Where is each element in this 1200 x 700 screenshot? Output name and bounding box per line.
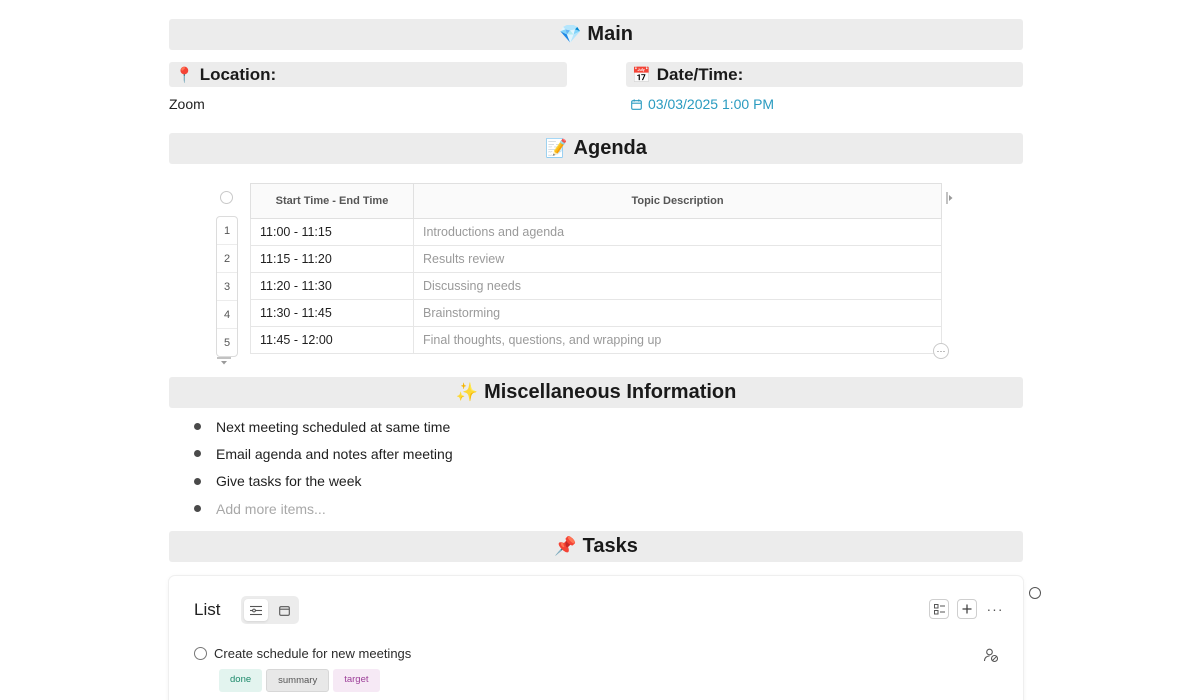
- agenda-table: Start Time - End Time Topic Description …: [250, 183, 942, 354]
- topic-cell[interactable]: Discussing needs: [413, 272, 942, 300]
- time-cell[interactable]: 11:15 - 11:20: [250, 245, 414, 273]
- section-title: Tasks: [582, 535, 638, 557]
- select-all-rows-checkbox[interactable]: [220, 191, 233, 204]
- document-page: 💎 Main 📍 Location: Zoom 📅 Date/Time: 03/…: [0, 0, 1200, 700]
- table-row: 11:45 - 12:00 Final thoughts, questions,…: [250, 326, 942, 354]
- assign-user-icon[interactable]: [983, 647, 999, 663]
- tag-target[interactable]: target: [333, 669, 380, 692]
- location-header: 📍 Location:: [169, 62, 567, 87]
- row-number[interactable]: 3: [217, 273, 237, 301]
- list-title: List: [194, 600, 221, 619]
- row-number[interactable]: 2: [217, 245, 237, 273]
- list-item-text: Give tasks for the week: [216, 473, 362, 490]
- task-checkbox[interactable]: [194, 647, 207, 660]
- memo-icon: 📝: [545, 138, 568, 158]
- datetime-value[interactable]: 03/03/2025 1:00 PM: [631, 96, 774, 112]
- datetime-text: 03/03/2025 1:00 PM: [648, 96, 775, 112]
- section-header-misc: ✨ Miscellaneous Information: [169, 377, 1023, 408]
- task-tags: done summary target: [219, 669, 380, 692]
- placeholder-text: Add more items...: [216, 500, 326, 517]
- list-item-text: Email agenda and notes after meeting: [216, 445, 453, 462]
- plus-icon: [962, 604, 972, 614]
- section-title: Main: [587, 23, 633, 45]
- table-row: 11:30 - 11:45 Brainstorming: [250, 299, 942, 327]
- section-title: Agenda: [573, 137, 647, 159]
- more-options-button[interactable]: ···: [985, 601, 1005, 617]
- time-cell[interactable]: 11:45 - 12:00: [250, 326, 414, 354]
- list-item-text: Next meeting scheduled at same time: [216, 418, 451, 435]
- topic-cell[interactable]: Introductions and agenda: [413, 218, 942, 246]
- time-cell[interactable]: 11:20 - 11:30: [250, 272, 414, 300]
- section-title: Miscellaneous Information: [484, 381, 737, 403]
- grouping-button[interactable]: [929, 599, 949, 619]
- sparkles-icon: ✨: [455, 382, 479, 402]
- comment-icon[interactable]: [1029, 587, 1041, 599]
- row-number-column: 1 2 3 4 5: [216, 216, 238, 357]
- table-row: 11:20 - 11:30 Discussing needs: [250, 272, 942, 300]
- gem-icon: 💎: [559, 24, 582, 44]
- list-item[interactable]: Next meeting scheduled at same time: [192, 413, 453, 440]
- calendar-icon: [631, 98, 642, 110]
- time-cell[interactable]: 11:30 - 11:45: [250, 299, 414, 327]
- datetime-label: Date/Time:: [656, 64, 744, 84]
- view-toggle: [241, 596, 299, 624]
- bullet-icon: [194, 423, 201, 431]
- pushpin-icon: 📌: [554, 536, 577, 556]
- list-item[interactable]: Give tasks for the week: [192, 468, 453, 495]
- calendar-view-icon: [278, 605, 290, 616]
- task-label[interactable]: Create schedule for new meetings: [214, 646, 411, 661]
- location-label: Location:: [199, 64, 277, 84]
- tag-summary[interactable]: summary: [266, 669, 330, 692]
- section-header-main: 💎 Main: [169, 19, 1023, 50]
- add-item-placeholder[interactable]: Add more items...: [192, 495, 453, 522]
- time-cell[interactable]: 11:00 - 11:15: [250, 218, 414, 246]
- list-view-icon: [250, 605, 262, 615]
- datetime-header: 📅 Date/Time:: [626, 62, 1023, 87]
- column-header-time[interactable]: Start Time - End Time: [250, 183, 414, 219]
- location-value[interactable]: Zoom: [169, 96, 205, 112]
- row-number[interactable]: 5: [217, 329, 237, 356]
- section-header-tasks: 📌 Tasks: [169, 531, 1023, 562]
- tasks-list-card: List ··· Create schedule for new meeting…: [169, 576, 1023, 700]
- task-row[interactable]: Create schedule for new meetings: [194, 646, 411, 661]
- add-column-handle-icon[interactable]: [946, 192, 954, 204]
- card-actions: ···: [929, 599, 1005, 619]
- row-number[interactable]: 4: [217, 301, 237, 329]
- misc-list: Next meeting scheduled at same time Emai…: [192, 413, 453, 522]
- add-row-icon[interactable]: [217, 356, 231, 366]
- table-more-button[interactable]: ···: [933, 343, 949, 359]
- topic-cell[interactable]: Brainstorming: [413, 299, 942, 327]
- topic-cell[interactable]: Results review: [413, 245, 942, 273]
- row-number[interactable]: 1: [217, 217, 237, 245]
- calendar-view-button[interactable]: [272, 599, 296, 621]
- list-item[interactable]: Email agenda and notes after meeting: [192, 440, 453, 467]
- bullet-icon: [194, 477, 201, 485]
- add-task-button[interactable]: [957, 599, 977, 619]
- table-row: 11:15 - 11:20 Results review: [250, 245, 942, 273]
- tag-done[interactable]: done: [219, 669, 263, 692]
- column-header-topic[interactable]: Topic Description: [413, 183, 942, 219]
- pin-icon: 📍: [175, 66, 194, 84]
- section-header-agenda: 📝 Agenda: [169, 133, 1023, 164]
- calendar-emoji-icon: 📅: [632, 66, 651, 84]
- grid-list-icon: [933, 603, 945, 614]
- table-row: 11:00 - 11:15 Introductions and agenda: [250, 218, 942, 246]
- bullet-icon: [194, 505, 201, 513]
- topic-cell[interactable]: Final thoughts, questions, and wrapping …: [413, 326, 942, 354]
- bullet-icon: [194, 450, 201, 458]
- list-view-button[interactable]: [244, 599, 268, 621]
